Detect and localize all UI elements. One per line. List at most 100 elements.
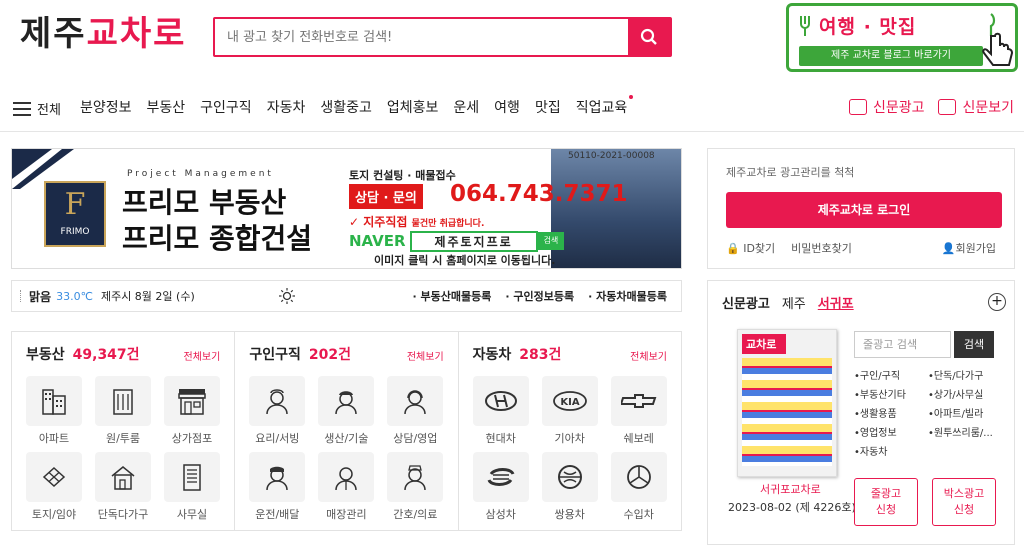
category-label: 간호/의료	[393, 508, 438, 521]
login-button[interactable]: 제주교차로 로그인	[726, 192, 1002, 228]
manager-person-icon	[335, 467, 358, 491]
quick-link-jobs[interactable]: · 구인정보등록	[505, 288, 574, 304]
newspaper-ad-label: 신문광고	[872, 100, 925, 116]
nav-item[interactable]: 업체홍보	[387, 97, 439, 117]
book-icon	[938, 99, 957, 115]
category-label: 삼성차	[485, 508, 516, 521]
category-kia[interactable]: KIA 기아차	[541, 376, 598, 452]
quick-link-realestate[interactable]: · 부동산매물등록	[413, 288, 492, 304]
box-ad-apply-button[interactable]: 박스광고 신청	[932, 478, 996, 526]
newspaper-view-link[interactable]: 신문보기	[938, 97, 1014, 117]
worker-icon	[335, 391, 358, 415]
view-all-link[interactable]: 전체보기	[407, 348, 444, 363]
find-id-link[interactable]: 🔒 ID찾기	[726, 240, 775, 256]
category-label: 운전/배달	[255, 508, 300, 521]
ad-category-link[interactable]: •원투쓰리룸/...	[928, 424, 1004, 439]
nav-item[interactable]: 맛집	[535, 97, 561, 117]
cover-logo: 교차로	[742, 334, 786, 354]
ad-category-link[interactable]: •단독/다가구	[928, 367, 1004, 382]
view-all-link[interactable]: 전체보기	[630, 348, 667, 363]
category-ssangyong[interactable]: 쌍용차	[541, 452, 598, 528]
nav-item[interactable]: 부동산	[147, 97, 186, 117]
tab-seogwipo[interactable]: 서귀포	[818, 293, 854, 312]
category-land[interactable]: 토지/임야	[26, 452, 82, 528]
weather-temp: 33.0℃	[56, 289, 93, 303]
signup-link[interactable]: 👤회원가입	[942, 240, 996, 256]
building-icon	[113, 389, 133, 415]
nav-item-education[interactable]: 직업교육	[576, 95, 634, 117]
ad-category-link[interactable]: •구인/구직	[854, 367, 928, 382]
site-logo[interactable]: 제주교차로	[20, 14, 186, 54]
hyundai-logo-icon	[484, 391, 517, 411]
category-label: 사무실	[176, 508, 208, 521]
category-apartment[interactable]: 아파트	[26, 376, 82, 452]
frimo-emblem: F FRIMO	[44, 181, 106, 247]
line-ad-search-input[interactable]: 줄광고 검색	[854, 331, 951, 358]
category-consulting[interactable]: 상담/영업	[387, 376, 444, 452]
category-house[interactable]: 단독다가구	[95, 452, 151, 528]
chevrolet-logo-icon	[620, 394, 657, 408]
section-count: 283건	[519, 347, 562, 363]
banner-reg-number: 50110-2021-00008	[568, 151, 655, 161]
newspaper-ad-link[interactable]: 신문광고	[848, 97, 925, 117]
nav-item[interactable]: 생활중고	[320, 97, 372, 117]
newspaper-cover[interactable]: 교차로	[737, 329, 837, 477]
category-store[interactable]: 상가점포	[164, 376, 220, 452]
category-samsung[interactable]: 삼성차	[472, 452, 529, 528]
tab-jeju[interactable]: 제주	[782, 293, 806, 312]
category-label: 현대차	[485, 432, 516, 445]
ad-category-link[interactable]: •생활용품	[854, 405, 928, 420]
ad-category-link[interactable]: •상가/사무실	[928, 386, 1004, 401]
blog-promo-banner[interactable]: 여행 · 맛집 제주 교차로 블로그 바로가기	[786, 3, 1018, 72]
category-driving[interactable]: 운전/배달	[249, 452, 306, 528]
section-jobs: 구인구직 202건 전체보기 요리/서빙 생산/기술 상담/영업 운전/배달 매장…	[234, 332, 457, 530]
category-label: 생산/기술	[324, 432, 369, 445]
naver-search-box: NAVER 제주토지프로 검색	[349, 230, 565, 252]
ad-category-list: •구인/구직 •단독/다가구 •부동산기타 •상가/사무실 •생활용품 •아파트…	[854, 367, 1004, 458]
newspaper-icon	[848, 99, 867, 115]
category-office[interactable]: 사무실	[164, 452, 220, 528]
category-oneroom[interactable]: 원/투룸	[95, 376, 151, 452]
search-button[interactable]	[628, 19, 670, 55]
nav-item[interactable]: 분양정보	[80, 97, 132, 117]
login-box: 제주교차로 광고관리를 척척 제주교차로 로그인 🔒 ID찾기 비밀번호찾기 👤…	[707, 148, 1015, 269]
weather-status: 맑음	[29, 289, 52, 304]
building-photo	[551, 149, 681, 268]
all-menu-label: 전체	[37, 103, 61, 118]
category-cooking[interactable]: 요리/서빙	[249, 376, 306, 452]
quick-link-cars[interactable]: · 자동차매물등록	[588, 288, 667, 304]
category-chevrolet[interactable]: 쉐보레	[610, 376, 667, 452]
plus-icon[interactable]: +	[988, 293, 1006, 311]
category-hyundai[interactable]: 현대차	[472, 376, 529, 452]
nav-item[interactable]: 자동차	[267, 97, 306, 117]
section-title: 부동산	[26, 347, 65, 363]
ad-category-label: 부동산기타	[859, 390, 906, 401]
line-ad-search-button[interactable]: 검색	[954, 331, 994, 358]
nav-item[interactable]: 운세	[453, 97, 479, 117]
category-label: 아파트	[38, 432, 70, 445]
category-production[interactable]: 생산/기술	[318, 376, 375, 452]
signup-label: 회원가입	[955, 242, 996, 255]
quick-link-label: 구인정보등록	[513, 290, 575, 303]
view-all-link[interactable]: 전체보기	[184, 348, 221, 363]
category-import[interactable]: 수입차	[610, 452, 667, 528]
category-panel: 부동산 49,347건 전체보기 아파트 원/투룸 상가점포 토지/임야 단독다가…	[11, 331, 682, 531]
all-menu-button[interactable]: 전체	[13, 99, 61, 118]
ad-category-link[interactable]: •자동차	[854, 443, 928, 458]
line-ad-apply-button[interactable]: 줄광고 신청	[854, 478, 918, 526]
person-icon: 👤	[941, 242, 956, 255]
naver-search-button: 검색	[537, 232, 565, 250]
category-label: 기아차	[554, 432, 585, 445]
nurse-icon	[404, 465, 427, 491]
category-nursing[interactable]: 간호/의료	[387, 452, 444, 528]
find-password-link[interactable]: 비밀번호찾기	[791, 240, 852, 256]
nav-item[interactable]: 구인구직	[200, 97, 252, 117]
ad-banner[interactable]: F FRIMO Project Management 프리모 부동산 프리모 종…	[11, 148, 682, 269]
ad-category-link[interactable]: •부동산기타	[854, 386, 928, 401]
ad-category-link[interactable]: •영업정보	[854, 424, 928, 439]
ad-category-label: 아파트/빌라	[933, 409, 984, 420]
ad-category-link[interactable]: •아파트/빌라	[928, 405, 1004, 420]
category-store-manager[interactable]: 매장관리	[318, 452, 375, 528]
nav-item[interactable]: 여행	[494, 97, 520, 117]
search-input[interactable]	[215, 19, 628, 55]
